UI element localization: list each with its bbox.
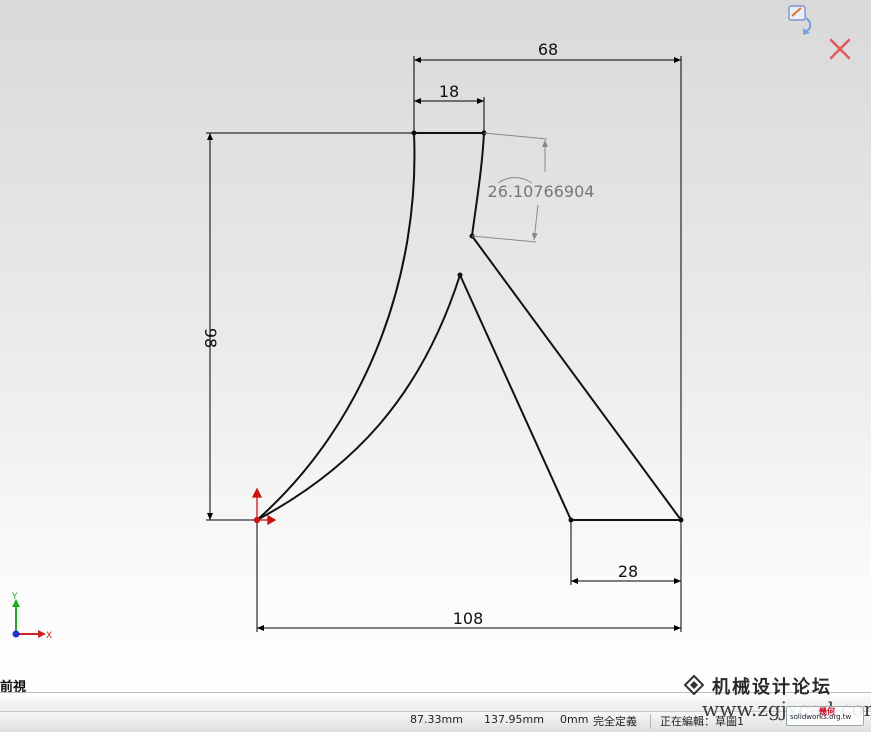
sketch-arc-left-outer[interactable]: [256, 132, 416, 521]
triad-x-label: X: [46, 631, 52, 641]
status-z-coord: 0mm: [560, 713, 589, 726]
status-edit-mode: 正在編輯：草圖1: [660, 715, 744, 728]
sketch-line-outer-right[interactable]: [471, 235, 682, 521]
dimension-98-text[interactable]: 98: [201, 328, 220, 348]
dimension-18-text[interactable]: 18: [439, 82, 459, 101]
sketch-arc-upper-right[interactable]: [471, 132, 485, 237]
sketch-arc-inner-left[interactable]: [256, 274, 461, 521]
exit-sketch-icon[interactable]: [829, 38, 851, 60]
status-x-coord: 87.33mm: [410, 713, 463, 726]
sketch-geometry[interactable]: [256, 132, 682, 521]
dimension-68-text[interactable]: 68: [538, 40, 558, 59]
graphics-area[interactable]: 68 18 26.10766904 98 28 108 Y X: [0, 0, 871, 692]
status-y-coord: 137.95mm: [484, 713, 544, 726]
dimension-angle-text[interactable]: 26.10766904: [488, 182, 595, 201]
sketch-line-inner-right[interactable]: [459, 274, 572, 521]
dimensions: [206, 56, 682, 632]
view-triad-icon[interactable]: Y X: [11, 592, 52, 641]
status-sketch-state: 完全定義: [593, 715, 637, 728]
dimension-108-text[interactable]: 108: [453, 609, 484, 628]
sketch-points[interactable]: [254, 130, 684, 523]
triad-y-label: Y: [11, 592, 18, 602]
status-bar: 87.33mm 137.95mm 0mm 完全定義 正在編輯：草圖1: [0, 692, 871, 732]
dimension-28-text[interactable]: 28: [618, 562, 638, 581]
confirm-sketch-icon[interactable]: [788, 5, 812, 35]
